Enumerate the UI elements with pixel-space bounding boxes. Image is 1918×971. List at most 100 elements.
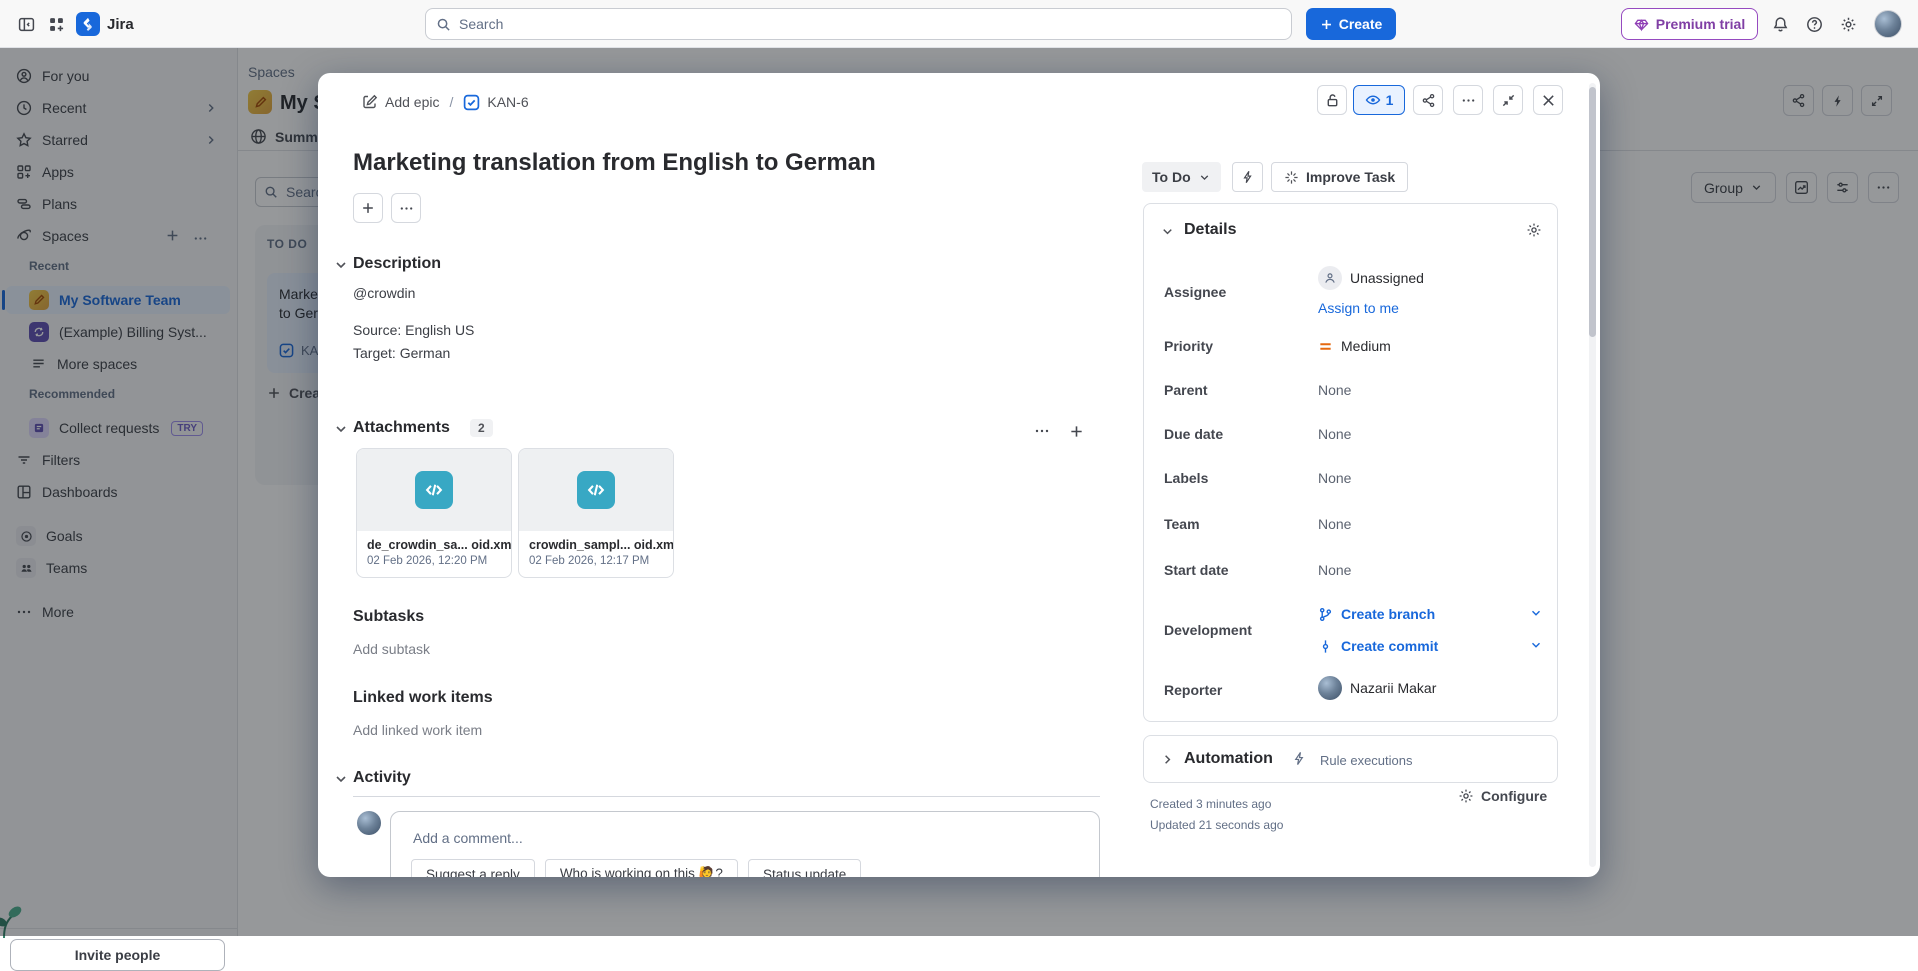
app-switcher-icon[interactable]	[42, 10, 70, 38]
apps-more-button[interactable]	[391, 193, 421, 223]
share-icon[interactable]	[1413, 85, 1443, 115]
assign-to-me-link[interactable]: Assign to me	[1318, 300, 1399, 316]
branch-chevron-icon[interactable]	[1529, 606, 1543, 620]
chevron-down-icon[interactable]	[333, 257, 349, 273]
chevron-down-icon[interactable]	[333, 421, 349, 437]
modal-scrollbar[interactable]	[1589, 83, 1596, 867]
add-epic-button[interactable]: Add epic	[362, 94, 439, 110]
create-button[interactable]: Create	[1306, 8, 1396, 40]
help-icon[interactable]	[1800, 10, 1828, 38]
comment-placeholder: Add a comment...	[413, 830, 523, 846]
add-subtask-link[interactable]: Add subtask	[353, 641, 430, 657]
subtasks-heading: Subtasks	[353, 608, 424, 626]
attachment-card[interactable]: crowdin_sampl... oid.xml 02 Feb 2026, 12…	[518, 448, 674, 578]
attachments-add-icon[interactable]	[1062, 417, 1090, 445]
comment-box[interactable]: Add a comment... Suggest a reply Who is …	[390, 811, 1100, 877]
activity-divider	[353, 796, 1100, 797]
issue-detail-modal: Add epic / KAN-6 1 Marketing translation…	[318, 73, 1600, 877]
reporter-value[interactable]: Nazarii Makar	[1318, 676, 1436, 700]
add-linked-work-item-link[interactable]: Add linked work item	[353, 722, 482, 738]
attachment-thumbnail	[357, 449, 511, 531]
scrollbar-thumb[interactable]	[1589, 87, 1596, 337]
reporter-avatar	[1318, 676, 1342, 700]
created-timestamp: Created 3 minutes ago	[1150, 797, 1271, 811]
task-checkbox-icon	[463, 94, 480, 111]
assignee-label: Assignee	[1164, 284, 1226, 300]
attachment-date: 02 Feb 2026, 12:20 PM	[367, 555, 501, 567]
user-avatar[interactable]	[1874, 10, 1902, 38]
due-date-value[interactable]: None	[1318, 426, 1351, 442]
issue-title[interactable]: Marketing translation from English to Ge…	[353, 149, 1113, 177]
priority-label: Priority	[1164, 338, 1213, 354]
quick-add-button[interactable]	[353, 193, 383, 223]
labels-value[interactable]: None	[1318, 470, 1351, 486]
description-heading: Description	[353, 255, 441, 273]
current-user-avatar	[357, 811, 381, 835]
details-panel: Details Assignee Unassigned Assign to me…	[1143, 203, 1558, 722]
collapse-modal-icon[interactable]	[1493, 85, 1523, 115]
unlock-icon[interactable]	[1317, 85, 1347, 115]
improve-task-button[interactable]: Improve Task	[1271, 162, 1408, 192]
jira-logo[interactable]	[76, 12, 100, 36]
top-navbar: Jira Create Premium trial	[0, 0, 1918, 48]
activity-heading: Activity	[353, 769, 411, 787]
attachments-more-icon[interactable]	[1028, 417, 1056, 445]
more-actions-icon[interactable]	[1453, 85, 1483, 115]
watchers-button[interactable]: 1	[1353, 85, 1405, 115]
issue-key-link[interactable]: KAN-6	[463, 94, 528, 111]
notifications-icon[interactable]	[1766, 10, 1794, 38]
reporter-label: Reporter	[1164, 682, 1222, 698]
chevron-down-icon[interactable]	[1160, 224, 1175, 239]
create-branch-link[interactable]: Create branch	[1318, 606, 1435, 622]
attachment-filename: crowdin_sampl... oid.xml	[529, 538, 663, 552]
create-commit-link[interactable]: Create commit	[1318, 638, 1438, 654]
unassigned-avatar-icon	[1318, 266, 1342, 290]
parent-value[interactable]: None	[1318, 382, 1351, 398]
automation-lightning-button[interactable]	[1232, 162, 1263, 192]
close-icon[interactable]	[1533, 85, 1563, 115]
chip-suggest-reply[interactable]: Suggest a reply	[411, 859, 535, 877]
team-value[interactable]: None	[1318, 516, 1351, 532]
search-icon	[436, 17, 451, 32]
start-date-value[interactable]: None	[1318, 562, 1351, 578]
description-target: Target: German	[353, 345, 450, 361]
watch-count: 1	[1386, 92, 1394, 108]
global-search[interactable]	[425, 8, 1292, 40]
updated-timestamp: Updated 21 seconds ago	[1150, 818, 1283, 832]
due-date-label: Due date	[1164, 426, 1223, 442]
chip-status-update[interactable]: Status update	[748, 859, 861, 877]
commit-chevron-icon[interactable]	[1529, 638, 1543, 652]
start-date-label: Start date	[1164, 562, 1229, 578]
collapse-sidebar-icon[interactable]	[12, 10, 40, 38]
premium-trial-button[interactable]: Premium trial	[1621, 8, 1758, 40]
chevron-right-icon	[1160, 752, 1175, 767]
breadcrumb-separator: /	[449, 94, 453, 110]
ai-sparkle-icon	[1284, 170, 1299, 185]
automation-panel[interactable]: Automation Rule executions	[1143, 735, 1558, 783]
xml-file-icon	[415, 471, 453, 509]
development-label: Development	[1164, 622, 1252, 638]
lightning-icon	[1292, 751, 1307, 766]
attachment-card[interactable]: de_crowdin_sa... oid.xml 02 Feb 2026, 12…	[356, 448, 512, 578]
status-dropdown[interactable]: To Do	[1142, 162, 1221, 192]
priority-medium-icon	[1318, 339, 1333, 354]
search-input[interactable]	[459, 16, 1229, 32]
description-mention[interactable]: @crowdin	[353, 285, 415, 301]
details-gear-icon[interactable]	[1526, 222, 1542, 238]
priority-value[interactable]: Medium	[1318, 338, 1391, 354]
assignee-value[interactable]: Unassigned	[1318, 266, 1424, 290]
jira-wordmark: Jira	[107, 16, 134, 33]
settings-gear-icon[interactable]	[1834, 10, 1862, 38]
details-heading: Details	[1184, 221, 1236, 239]
configure-button[interactable]: Configure	[1458, 788, 1547, 804]
attachments-heading: Attachments	[353, 419, 450, 437]
team-label: Team	[1164, 516, 1200, 532]
chip-who-is-working[interactable]: Who is working on this 🙋?	[545, 859, 738, 877]
comment-suggestion-chips: Suggest a reply Who is working on this 🙋…	[411, 859, 861, 877]
chevron-down-icon[interactable]	[333, 771, 349, 787]
issue-breadcrumb-row: Add epic / KAN-6	[362, 89, 529, 115]
parent-label: Parent	[1164, 382, 1208, 398]
labels-label: Labels	[1164, 470, 1208, 486]
invite-people-button[interactable]: Invite people	[10, 939, 225, 971]
attachment-date: 02 Feb 2026, 12:17 PM	[529, 555, 663, 567]
